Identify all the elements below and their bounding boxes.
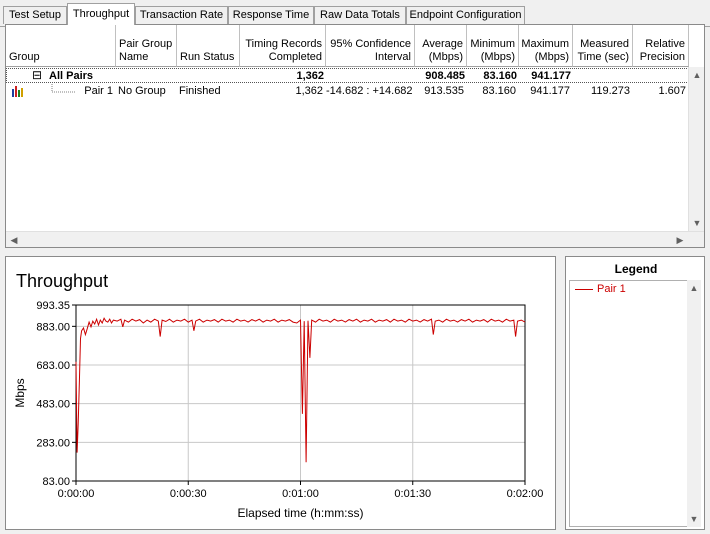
cell-group: Pair 1 [84,85,113,97]
col-header-group[interactable]: Group [6,25,116,67]
cell-pair-group-name: No Group [118,85,166,97]
legend-pane: Legend Pair 1 ▲ ▼ [565,256,705,530]
legend-swatch [575,288,593,290]
cell-minimum: 83.160 [482,85,516,97]
legend-title: Legend [614,262,658,276]
tab-throughput[interactable]: Throughput [67,3,135,25]
grid-horizontal-scrollbar[interactable]: ◀ ▶ [6,231,704,247]
y-tick-label: 883.00 [36,321,70,333]
legend-scrollbar[interactable]: ▲ ▼ [687,280,701,527]
col-header-timing-records[interactable]: Timing Records Completed [240,25,326,67]
scroll-up-icon[interactable]: ▲ [689,67,705,83]
tab-transaction-rate[interactable]: Transaction Rate [135,6,228,24]
y-axis-label: Mbps [13,378,27,407]
col-header-maximum[interactable]: Maximum (Mbps) [519,25,573,67]
scroll-up-icon[interactable]: ▲ [686,280,702,296]
col-header-minimum[interactable]: Minimum (Mbps) [467,25,519,67]
cell-average: 908.485 [425,70,465,82]
x-tick-label: 0:02:00 [507,488,544,500]
scroll-right-icon[interactable]: ▶ [672,232,688,248]
x-tick-label: 0:00:00 [58,488,95,500]
x-tick-label: 0:00:30 [170,488,207,500]
tab-endpoint-configuration[interactable]: Endpoint Configuration [406,6,525,24]
tree-connector [51,84,76,93]
tab-raw-data-totals[interactable]: Raw Data Totals [314,6,406,24]
y-axis-ticks: 993.35 883.00 683.00 483.00 283.00 83.00 [36,300,76,488]
col-header-confidence-interval[interactable]: 95% Confidence Interval [326,25,415,67]
results-grid[interactable]: Group Pair Group Name Run Status Timing … [5,24,705,248]
cell-records: 1,362 [295,85,323,97]
col-header-average[interactable]: Average (Mbps) [415,25,467,67]
cell-maximum: 941.177 [531,70,571,82]
y-tick-label: 483.00 [36,399,70,411]
tab-response-time[interactable]: Response Time [228,6,314,24]
col-header-measured-time[interactable]: Measured Time (sec) [573,25,633,67]
x-axis-label: Elapsed time (h:mm:ss) [237,506,363,520]
scroll-left-icon[interactable]: ◀ [6,232,22,248]
legend-item-label: Pair 1 [597,283,626,295]
col-header-run-status[interactable]: Run Status [177,25,240,67]
scroll-down-icon[interactable]: ▼ [689,215,705,231]
cell-average: 913.535 [424,85,464,97]
table-row-all-pairs[interactable]: ⊟ All Pairs 1,362 908.485 83.160 941.177 [6,68,689,83]
tab-test-setup[interactable]: Test Setup [3,6,67,24]
chart-pane: Throughput 993.35 883.00 683.00 483.00 283.0… [5,256,556,530]
legend-list[interactable]: Pair 1 [569,280,691,527]
bar-chart-icon [12,86,23,97]
throughput-chart[interactable]: 993.35 883.00 683.00 483.00 283.00 83.00 0:00… [6,257,555,529]
cell-records: 1,362 [296,70,324,82]
y-tick-label: 83.00 [42,476,70,488]
cell-measured-time: 119.273 [591,85,630,97]
cell-maximum: 941.177 [530,85,570,97]
cell-minimum: 83.160 [483,70,517,82]
grid-vertical-scrollbar[interactable]: ▲ ▼ [688,67,704,231]
y-tick-label: 683.00 [36,360,70,372]
x-axis-ticks: 0:00:00 0:00:30 0:01:00 0:01:30 0:02:00 [58,481,544,500]
cell-run-status: Finished [179,85,221,97]
cell-precision: 1.607 [658,85,686,97]
x-tick-label: 0:01:30 [394,488,431,500]
y-tick-label: 993.35 [36,300,70,312]
tab-bar: Test Setup Throughput Transaction Rate R… [0,3,710,27]
table-row-pair-1[interactable]: Pair 1 No Group Finished 1,362 -14.682 :… [6,84,689,99]
cell-confidence: -14.682 : +14.682 [326,85,413,97]
x-tick-label: 0:01:00 [282,488,319,500]
col-header-relative-precision[interactable]: Relative Precision [633,25,689,67]
legend-item-pair-1[interactable]: Pair 1 [575,283,626,295]
col-header-pair-group-name[interactable]: Pair Group Name [116,25,177,67]
cell-group: All Pairs [49,70,94,82]
collapse-icon[interactable]: ⊟ [32,69,42,84]
scroll-down-icon[interactable]: ▼ [686,511,702,527]
y-tick-label: 283.00 [36,437,70,449]
